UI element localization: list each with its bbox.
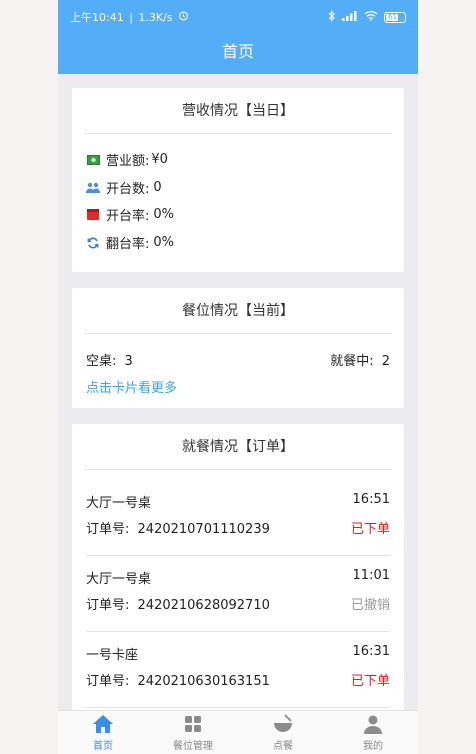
bluetooth-icon	[328, 9, 336, 25]
money-icon	[86, 153, 100, 167]
battery-level: 61	[388, 12, 397, 21]
seats-card[interactable]: 餐位情况【当前】 空桌: 3 就餐中: 2 点击卡片看更多	[72, 288, 404, 408]
revenue-card-title: 营收情况【当日】	[84, 88, 392, 134]
status-time: 上午10:41	[70, 11, 124, 24]
signal-icon	[342, 10, 358, 24]
order-number: 订单号: 2420210628092710	[86, 598, 270, 613]
revenue-item-open-rate: 开台率: 0%	[86, 205, 174, 224]
order-time: 11:01	[352, 568, 390, 583]
order-time: 16:51	[352, 492, 390, 507]
page-title: 首页	[221, 42, 254, 61]
order-number: 订单号: 2420210701110239	[86, 522, 270, 537]
order-item[interactable]: 大厅一号桌 11:01 订单号: 2420210628092710 已撤销	[86, 558, 390, 632]
seats-card-title: 餐位情况【当前】	[84, 288, 392, 334]
tab-seat-management[interactable]: 餐位管理	[148, 711, 238, 754]
order-table-name: 大厅一号桌	[86, 572, 152, 587]
status-bar: 上午10:41 | 1.3K/s 61	[58, 0, 418, 34]
empty-tables: 空桌: 3	[86, 354, 133, 369]
order-item[interactable]: 一号卡座 16:31 订单号: 2420210630163151 已下单	[86, 634, 390, 708]
seats-more-link[interactable]: 点击卡片看更多	[86, 377, 177, 396]
phone-screen: 上午10:41 | 1.3K/s 61 首页 营收情况【当日】 营业额: ¥0 …	[58, 0, 418, 754]
dining-tables: 就餐中: 2	[330, 354, 390, 369]
order-table-name: 一号卡座	[86, 648, 139, 663]
revenue-item-turnover-rate: 翻台率: 0%	[86, 233, 174, 252]
tab-profile[interactable]: 我的	[328, 711, 418, 754]
grid-icon	[182, 713, 204, 735]
revenue-card[interactable]: 营收情况【当日】 营业额: ¥0 开台数: 0 开台率: 0% 翻台率: 0%	[72, 88, 404, 272]
tab-home[interactable]: 首页	[58, 711, 148, 754]
revenue-item-amount: 营业额: ¥0	[86, 150, 168, 169]
order-status: 已撤销	[350, 598, 390, 613]
order-table-name: 大厅一号桌	[86, 496, 152, 511]
orders-card: 就餐情况【订单】 大厅一号桌 16:51 订单号: 24202107011102…	[72, 424, 404, 724]
people-icon	[86, 181, 100, 195]
revenue-item-open-count: 开台数: 0	[86, 178, 162, 197]
bottom-tab-bar: 首页 餐位管理 点餐 我的	[58, 710, 418, 754]
battery-icon: 61	[384, 11, 406, 23]
table-icon	[86, 208, 100, 222]
orders-card-title: 就餐情况【订单】	[84, 424, 392, 470]
order-number: 订单号: 2420210630163151	[86, 674, 270, 689]
order-status: 已下单	[350, 674, 390, 689]
order-status: 已下单	[350, 522, 390, 537]
tab-order-food[interactable]: 点餐	[238, 711, 328, 754]
bowl-icon	[272, 713, 294, 735]
page-title-bar: 首页	[58, 34, 418, 74]
wifi-icon	[364, 10, 378, 24]
refresh-icon	[86, 236, 100, 250]
home-icon	[92, 713, 114, 735]
user-icon	[362, 713, 384, 735]
alarm-icon	[178, 10, 189, 24]
order-time: 16:31	[352, 644, 390, 659]
seats-summary-row: 空桌: 3 就餐中: 2	[86, 350, 390, 369]
status-network-speed: 1.3K/s	[138, 10, 173, 24]
order-item[interactable]: 大厅一号桌 16:51 订单号: 2420210701110239 已下单	[86, 482, 390, 556]
